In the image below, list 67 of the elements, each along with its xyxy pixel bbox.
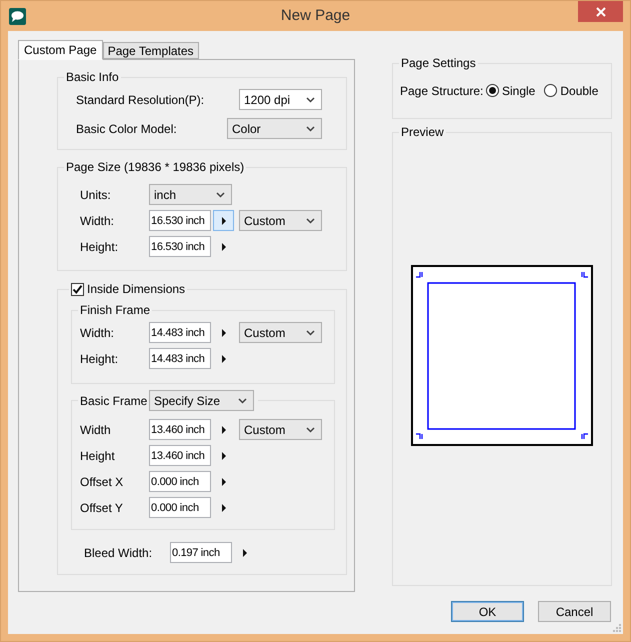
text-field[interactable]: 0.000 inch — [149, 497, 211, 518]
triangle-icon — [222, 354, 226, 362]
field-label: Units: — [80, 188, 112, 202]
checkbox-label: Inside Dimensions — [87, 282, 186, 296]
text-field[interactable]: 14.483 inch — [149, 322, 211, 343]
field-label: Offset Y — [80, 500, 124, 514]
chevron-icon — [238, 398, 247, 404]
text-field[interactable]: 16.530 inch — [149, 210, 211, 231]
group-title: Basic Frame — [80, 394, 148, 408]
field-label: Basic Color Model: — [76, 122, 177, 136]
field-label: Offset X — [80, 474, 124, 488]
chevron-icon — [306, 218, 315, 224]
window-title: New Page — [280, 6, 350, 26]
close-button[interactable] — [578, 1, 623, 22]
field-label: Height — [80, 448, 116, 462]
dialog-button[interactable]: OK — [451, 601, 524, 622]
chevron-icon — [306, 330, 315, 336]
tab[interactable]: Custom Page — [18, 40, 103, 60]
group-title: Preview — [400, 125, 445, 139]
text-field[interactable]: 14.483 inch — [149, 348, 211, 369]
chevron-icon — [306, 426, 315, 432]
field-label: Width — [80, 422, 112, 436]
close-icon — [596, 6, 606, 16]
triangle-icon — [222, 452, 226, 460]
text-field[interactable]: 0.000 inch — [149, 471, 211, 492]
tab[interactable]: Page Templates — [102, 42, 199, 59]
radio-label: Double — [560, 84, 598, 98]
radio-button[interactable] — [544, 84, 558, 97]
triangle-icon — [222, 216, 226, 224]
text-field[interactable]: 13.460 inch — [149, 445, 211, 466]
chevron-icon — [306, 126, 315, 132]
triangle-icon — [222, 242, 226, 250]
field-label: Height: — [80, 240, 120, 254]
radio-label: Single — [502, 84, 536, 98]
chevron-icon — [216, 192, 225, 198]
group-title: Basic Info — [65, 70, 120, 84]
group-title: Finish Frame — [79, 303, 152, 317]
triangle-icon — [222, 426, 226, 434]
triangle-icon — [222, 504, 226, 512]
dropdown[interactable]: Specify Size — [149, 390, 254, 411]
text-field[interactable]: 0.197 inch — [170, 542, 232, 563]
dialog-button[interactable]: Cancel — [538, 601, 611, 622]
dropdown[interactable]: Custom — [239, 419, 322, 440]
field-label: Bleed Width: — [84, 546, 154, 560]
dropdown[interactable]: Custom — [239, 322, 322, 343]
group-title: Page Settings — [400, 56, 477, 70]
group-title: Page Size (19836 * 19836 pixels) — [65, 160, 246, 174]
dropdown[interactable]: Custom — [239, 210, 322, 231]
dropdown[interactable]: inch — [149, 184, 232, 205]
speech-bubble-icon — [9, 8, 26, 25]
text-field[interactable]: 13.460 inch — [149, 419, 211, 440]
field-label: Height: — [80, 352, 120, 366]
triangle-icon — [222, 328, 226, 336]
field-label: Page Structure: — [400, 84, 484, 98]
triangle-icon — [242, 548, 246, 556]
checkbox[interactable] — [71, 282, 84, 296]
text-field[interactable]: 16.530 inch — [149, 236, 211, 257]
field-label: Standard Resolution(P): — [76, 92, 204, 106]
chevron-icon — [306, 96, 315, 102]
dropdown[interactable]: Color — [227, 118, 322, 139]
triangle-icon — [222, 478, 226, 486]
dropdown[interactable]: 1200 dpi — [239, 89, 322, 110]
radio-button[interactable] — [486, 84, 499, 97]
arrow-button[interactable] — [213, 210, 234, 231]
field-label: Width: — [80, 214, 116, 228]
resize-grip-icon — [613, 624, 621, 632]
field-label: Width: — [80, 326, 116, 340]
